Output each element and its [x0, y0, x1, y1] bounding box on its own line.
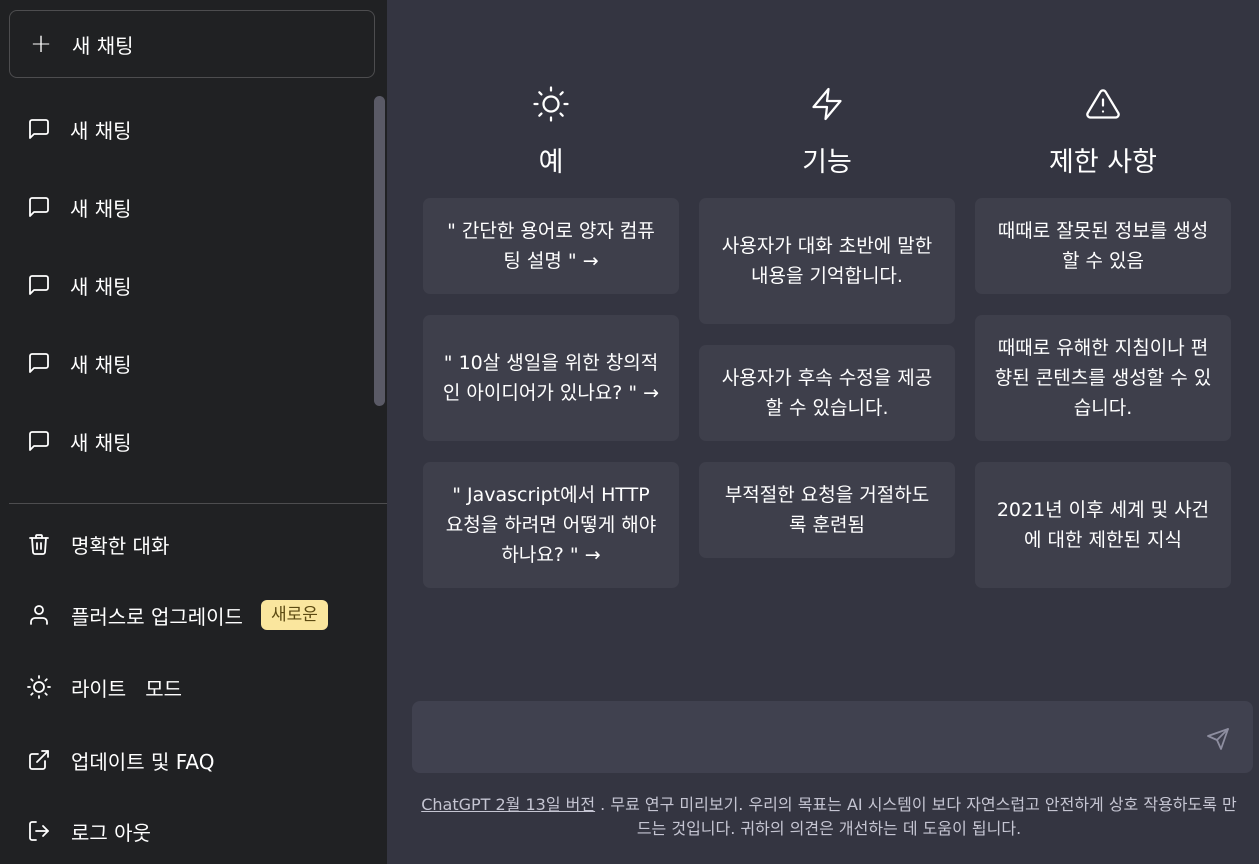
footer-text: . 무료 연구 미리보기. 우리의 목표는 AI 시스템이 보다 자연스럽고 안…: [595, 795, 1237, 838]
history-item-label: 새 채팅: [70, 352, 132, 377]
light-mode-button[interactable]: 라이트 모드: [0, 659, 387, 715]
clear-conversations-button[interactable]: 명확한 대화: [0, 516, 387, 572]
capability-card: 사용자가 대화 초반에 말한 내용을 기억합니다.: [699, 198, 955, 324]
chat-bubble-icon: [29, 353, 49, 373]
limitation-card: 2021년 이후 세계 및 사건에 대한 제한된 지식: [975, 462, 1231, 588]
new-chat-label: 새 채팅: [72, 33, 134, 58]
new-badge: 새로운: [260, 600, 328, 630]
logout-icon: [29, 821, 49, 841]
footer-disclaimer: ChatGPT 2월 13일 버전 . 무료 연구 미리보기. 우리의 목표는 …: [415, 793, 1243, 841]
updates-faq-link[interactable]: 업데이트 및 FAQ: [0, 732, 387, 788]
history-item-label: 새 채팅: [70, 430, 132, 455]
version-link[interactable]: ChatGPT 2월 13일 버전: [421, 795, 595, 814]
light-mode-label: 라이트 모드: [71, 676, 183, 701]
logout-button[interactable]: 로그 아웃: [0, 803, 387, 859]
capability-card: 부적절한 요청을 거절하도록 훈련됨: [699, 462, 955, 558]
example-card[interactable]: " 간단한 용어로 양자 컴퓨팅 설명 " →: [423, 198, 679, 294]
example-card[interactable]: " 10살 생일을 위한 창의적인 아이디어가 있나요? " →: [423, 315, 679, 441]
upgrade-plus-label: 플러스로 업그레이드: [71, 604, 243, 629]
sun-icon: [533, 86, 569, 122]
chat-history-list: 새 채팅 새 채팅 새 채팅 새 채팅 새 채팅: [0, 90, 387, 500]
column-title-examples: 예: [538, 147, 564, 178]
examples-column: 예: [423, 86, 679, 180]
history-item-label: 새 채팅: [70, 274, 132, 299]
history-item-label: 새 채팅: [70, 118, 132, 143]
chat-bubble-icon: [29, 119, 49, 139]
new-chat-button[interactable]: + 새 채팅: [9, 10, 375, 78]
limitations-column: 제한 사항: [975, 86, 1231, 180]
limitation-card: 때때로 유해한 지침이나 편향된 콘텐츠를 생성할 수 있습니다.: [975, 315, 1231, 441]
logout-label: 로그 아웃: [71, 820, 151, 845]
history-item[interactable]: 새 채팅: [0, 99, 372, 159]
column-title-limitations: 제한 사항: [1049, 147, 1157, 178]
warning-icon: [1086, 89, 1120, 119]
example-card[interactable]: " Javascript에서 HTTP 요청을 하려면 어떻게 해야 하나요? …: [423, 462, 679, 588]
chat-bubble-icon: [29, 431, 49, 451]
updates-faq-label: 업데이트 및 FAQ: [71, 749, 215, 774]
column-title-capabilities: 기능: [802, 147, 852, 178]
send-icon[interactable]: [1206, 727, 1230, 751]
chat-bubble-icon: [29, 275, 49, 295]
limitation-card: 때때로 잘못된 정보를 생성할 수 있음: [975, 198, 1231, 294]
history-item[interactable]: 새 채팅: [0, 255, 372, 315]
message-input[interactable]: [430, 701, 1190, 773]
lightning-icon: [812, 87, 842, 121]
upgrade-plus-button[interactable]: 플러스로 업그레이드 새로운: [0, 587, 387, 643]
external-link-icon: [29, 750, 49, 770]
history-item[interactable]: 새 채팅: [0, 411, 372, 471]
user-icon: [30, 605, 48, 625]
plus-icon: +: [30, 29, 52, 59]
capability-card: 사용자가 후속 수정을 제공할 수 있습니다.: [699, 345, 955, 441]
sun-icon: [27, 675, 51, 699]
history-item-label: 새 채팅: [70, 196, 132, 221]
main-area: 예 " 간단한 용어로 양자 컴퓨팅 설명 " → " 10살 생일을 위한 창…: [387, 0, 1259, 864]
message-input-box: [412, 701, 1253, 773]
sidebar-scrollbar[interactable]: [374, 96, 385, 406]
history-item[interactable]: 새 채팅: [0, 333, 372, 393]
trash-icon: [29, 534, 49, 555]
clear-conversations-label: 명확한 대화: [71, 533, 170, 558]
sidebar-divider: [9, 503, 387, 504]
capabilities-column: 기능: [699, 86, 955, 180]
sidebar: + 새 채팅 새 채팅 새 채팅 새 채팅 새 채팅 새 채팅 명확한 대화 플…: [0, 0, 387, 864]
history-item[interactable]: 새 채팅: [0, 177, 372, 237]
chat-bubble-icon: [29, 197, 49, 217]
